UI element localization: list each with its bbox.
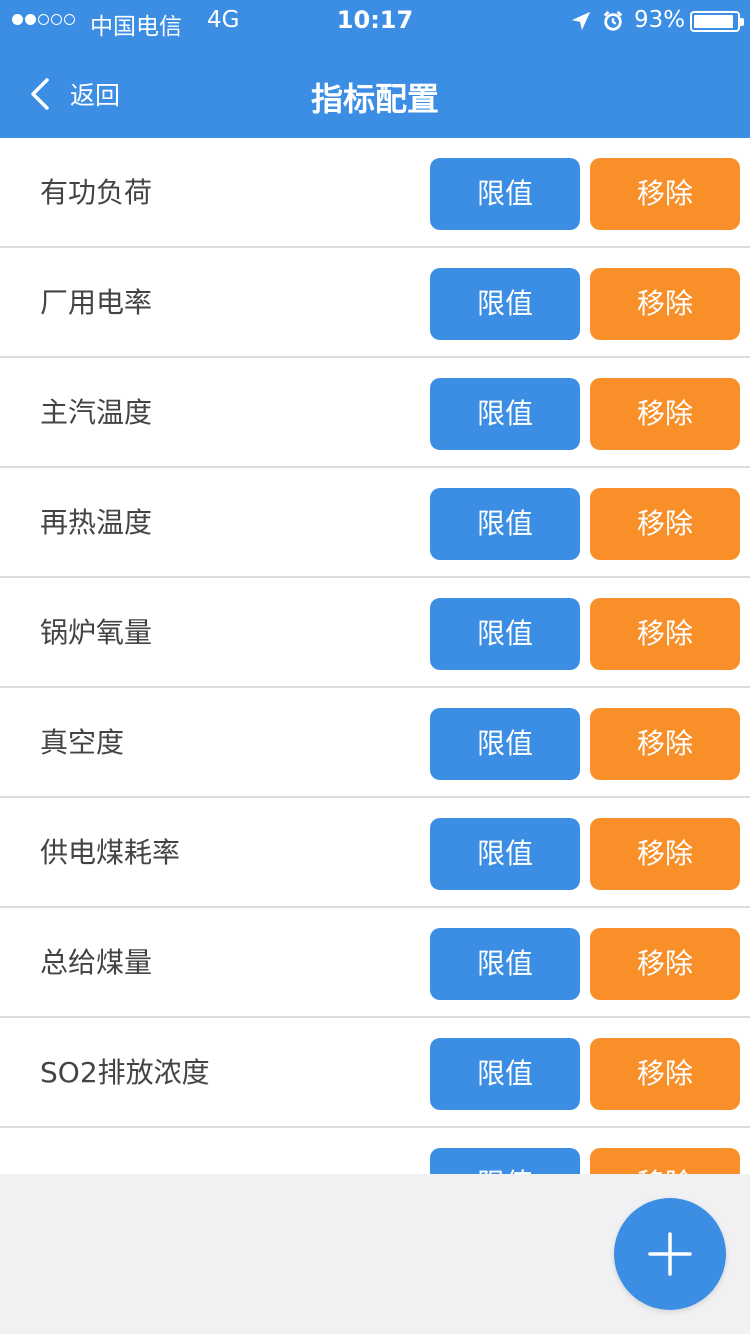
- indicator-label: 锅炉氧量: [40, 616, 153, 649]
- limit-button[interactable]: 限值: [430, 818, 580, 890]
- limit-button[interactable]: 限值: [430, 598, 580, 670]
- indicator-label: SO2排放浓度: [40, 1056, 210, 1089]
- remove-button[interactable]: 移除: [590, 488, 740, 560]
- indicator-label: 总给煤量: [40, 946, 153, 979]
- indicator-label: 厂用电率: [40, 286, 153, 319]
- add-button[interactable]: [614, 1198, 726, 1310]
- battery-icon: [690, 11, 744, 32]
- list-item: 限值 移除: [0, 1128, 750, 1174]
- remove-button[interactable]: 移除: [590, 1038, 740, 1110]
- page-title: 指标配置: [310, 80, 439, 118]
- list-item: 主汽温度 限值 移除: [0, 358, 750, 468]
- indicator-label: 再热温度: [40, 506, 153, 539]
- limit-button[interactable]: 限值: [430, 268, 580, 340]
- list-item: 总给煤量 限值 移除: [0, 908, 750, 1018]
- indicator-label: 主汽温度: [40, 396, 153, 429]
- limit-button[interactable]: 限值: [430, 1038, 580, 1110]
- limit-button[interactable]: 限值: [430, 1148, 580, 1174]
- limit-button[interactable]: 限值: [430, 708, 580, 780]
- list-item: 供电煤耗率 限值 移除: [0, 798, 750, 908]
- top-bar: 中国电信 4G 10:17 93% 返回 指标配置: [0, 0, 750, 138]
- alarm-icon: [603, 10, 623, 31]
- limit-button[interactable]: 限值: [430, 158, 580, 230]
- indicator-label: 有功负荷: [40, 176, 153, 209]
- battery-percent: 93%: [634, 7, 686, 33]
- list-item: 锅炉氧量 限值 移除: [0, 578, 750, 688]
- list-item: SO2排放浓度 限值 移除: [0, 1018, 750, 1128]
- limit-button[interactable]: 限值: [430, 928, 580, 1000]
- remove-button[interactable]: 移除: [590, 818, 740, 890]
- list-item: 真空度 限值 移除: [0, 688, 750, 798]
- indicator-label: 供电煤耗率: [40, 836, 181, 869]
- remove-button[interactable]: 移除: [590, 598, 740, 670]
- list-item: 有功负荷 限值 移除: [0, 138, 750, 248]
- indicator-label: 真空度: [40, 726, 125, 759]
- list-item: 再热温度 限值 移除: [0, 468, 750, 578]
- remove-button[interactable]: 移除: [590, 1148, 740, 1174]
- plus-icon: [648, 1232, 692, 1276]
- remove-button[interactable]: 移除: [590, 708, 740, 780]
- remove-button[interactable]: 移除: [590, 268, 740, 340]
- remove-button[interactable]: 移除: [590, 158, 740, 230]
- remove-button[interactable]: 移除: [590, 378, 740, 450]
- limit-button[interactable]: 限值: [430, 378, 580, 450]
- remove-button[interactable]: 移除: [590, 928, 740, 1000]
- limit-button[interactable]: 限值: [430, 488, 580, 560]
- status-bar: 中国电信 4G 10:17 93%: [0, 0, 750, 40]
- battery-nub: [740, 18, 744, 26]
- list-item: 厂用电率 限值 移除: [0, 248, 750, 358]
- battery-fill: [694, 15, 733, 28]
- indicator-list: 有功负荷 限值 移除 厂用电率 限值 移除 主汽温度 限值 移除 再热温度 限值…: [0, 138, 750, 1174]
- location-icon: [571, 11, 591, 31]
